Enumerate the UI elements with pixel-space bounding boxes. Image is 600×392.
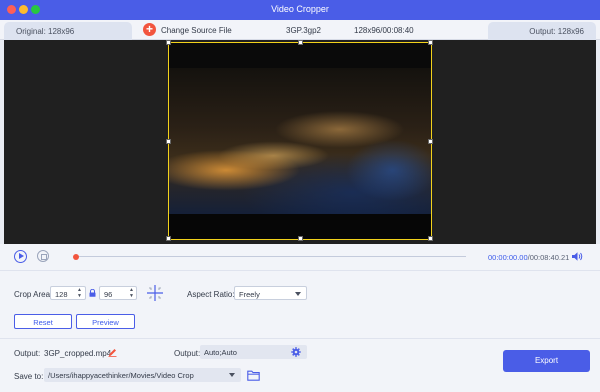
source-info-bar: Original: 128x96 + Change Source File 3G… <box>0 20 600 40</box>
crop-handle-bottom[interactable] <box>298 236 303 241</box>
reset-button[interactable]: Reset <box>14 314 72 329</box>
title-bar: Video Cropper <box>0 0 600 20</box>
crop-handle-bottom-left[interactable] <box>166 236 171 241</box>
crop-area-label: Crop Area: <box>14 290 53 299</box>
crop-center-icon[interactable] <box>146 284 164 302</box>
time-display: 00:00:00.00/00:08:40.21 <box>488 253 569 262</box>
current-time: 00:00:00.00 <box>488 253 528 262</box>
change-source-file-button[interactable]: Change Source File <box>161 26 232 35</box>
crop-handle-top[interactable] <box>298 40 303 45</box>
progress-track[interactable] <box>76 256 466 257</box>
output-size-tab: Output: 128x96 <box>488 22 596 40</box>
aspect-ratio-select[interactable]: Freely <box>234 286 307 300</box>
edit-icon[interactable] <box>108 348 117 357</box>
save-path-value: /Users/ihappyacethinker/Movies/Video Cro… <box>48 371 194 380</box>
source-file-meta: 128x96/00:08:40 <box>354 26 414 35</box>
crop-frame[interactable] <box>166 40 433 241</box>
playback-controls: 00:00:00.00/00:08:40.21 <box>0 244 600 270</box>
source-file-name: 3GP.3gp2 <box>286 26 321 35</box>
crop-width-stepper[interactable]: ▲ ▼ <box>76 287 83 299</box>
crop-handle-top-left[interactable] <box>166 40 171 45</box>
aspect-ratio-label: Aspect Ratio: <box>187 290 235 299</box>
crop-height-stepper[interactable]: ▲ ▼ <box>128 287 135 299</box>
plus-circle-icon[interactable]: + <box>143 23 156 36</box>
crop-handle-bottom-right[interactable] <box>428 236 433 241</box>
output-file-name: 3GP_cropped.mp4 <box>44 349 112 358</box>
chevron-down-icon <box>295 292 301 296</box>
aspect-ratio-value: Freely <box>239 290 260 299</box>
window-title: Video Cropper <box>271 4 329 14</box>
lock-icon[interactable] <box>89 289 96 297</box>
output-bar: Output: 3GP_cropped.mp4 Output: Auto;Aut… <box>0 338 600 392</box>
preview-button[interactable]: Preview <box>76 314 135 329</box>
crop-handle-right[interactable] <box>428 139 433 144</box>
play-icon[interactable] <box>14 250 27 263</box>
total-time: /00:08:40.21 <box>527 253 570 262</box>
original-size-tab: Original: 128x96 <box>4 22 132 40</box>
chevron-down-icon <box>229 373 235 377</box>
save-path-select[interactable]: /Users/ihappyacethinker/Movies/Video Cro… <box>44 368 241 382</box>
output-format-value: Auto;Auto <box>204 348 237 357</box>
crop-settings-panel: Crop Area: 128 ▲ ▼ 96 ▲ ▼ Aspect Ratio: Fr… <box>0 270 600 338</box>
progress-knob[interactable] <box>73 254 79 260</box>
folder-icon[interactable] <box>247 370 260 381</box>
gear-icon[interactable] <box>291 347 301 357</box>
save-to-label: Save to: <box>14 372 44 381</box>
export-button[interactable]: Export <box>503 350 590 372</box>
output-file-label: Output: <box>14 349 41 358</box>
crop-handle-top-right[interactable] <box>428 40 433 45</box>
volume-icon[interactable] <box>571 251 583 262</box>
crop-handle-left[interactable] <box>166 139 171 144</box>
stop-icon[interactable] <box>37 250 49 262</box>
output-format-label: Output: <box>174 349 201 358</box>
